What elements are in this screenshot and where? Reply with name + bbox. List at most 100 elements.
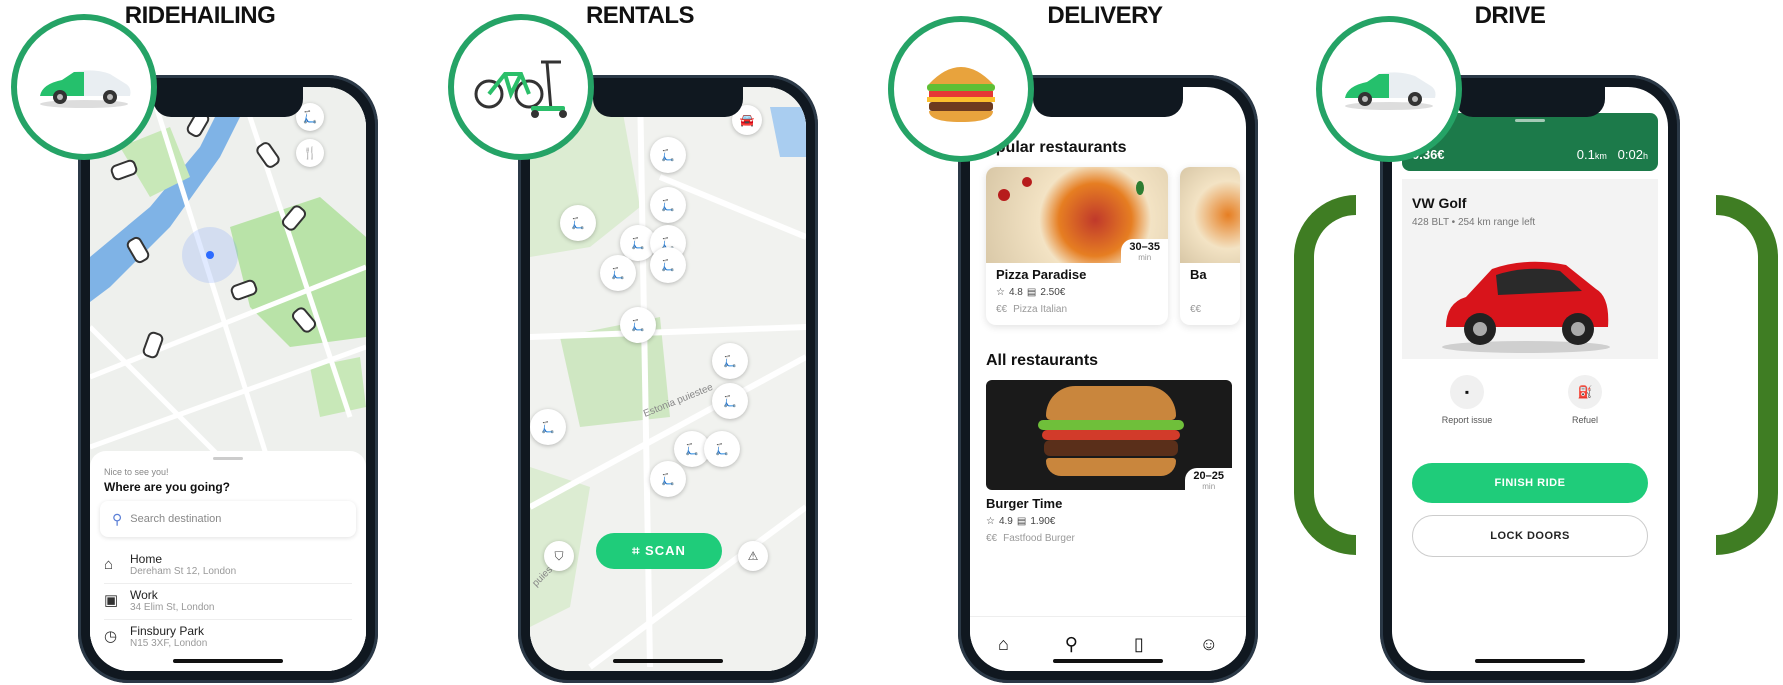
- place-item-work[interactable]: ▣ Work 34 Elim St, London: [104, 581, 352, 620]
- scooter-marker[interactable]: 🛴: [712, 383, 748, 419]
- scooter-marker[interactable]: 🛴: [650, 187, 686, 223]
- rentals-badge: [448, 14, 594, 160]
- delivery-fee-icon: ▤: [1026, 287, 1037, 298]
- car-image: [1442, 261, 1610, 353]
- report-issue-button[interactable]: ▪ Report issue: [1432, 375, 1502, 425]
- briefcase-icon: ▣: [104, 592, 119, 609]
- search-placeholder: Search destination: [130, 513, 222, 525]
- place-item-recent[interactable]: ◷ Finsbury Park N15 3XF, London: [104, 617, 352, 655]
- phone-screen: opular restaurants 30–35 min Pizza Parad…: [970, 87, 1246, 671]
- home-icon[interactable]: ⌂: [998, 634, 1009, 655]
- car-icon: [40, 70, 131, 108]
- panel-rentals: RENTALS Estonia puiestee puiestee 🛴 🛴 🛴 …: [448, 0, 820, 685]
- scan-icon: ⌗: [632, 543, 646, 558]
- map-graphic: Estonia puiestee puiestee: [530, 87, 806, 671]
- search-icon[interactable]: ⚲: [1065, 634, 1078, 655]
- rating: 4.8: [1008, 287, 1023, 298]
- fuel-icon: ⛽: [1568, 375, 1602, 409]
- phone-frame: 🛴 🍴 Nice to see you! Where are you going…: [78, 75, 378, 683]
- phone-frame: opular restaurants 30–35 min Pizza Parad…: [958, 75, 1258, 683]
- delivery-fee-icon: ▤: [1016, 516, 1027, 527]
- place-address: Dereham St 12, London: [130, 565, 237, 577]
- restaurant-name: Pizza Paradise: [996, 267, 1087, 282]
- food-category-button[interactable]: 🍴: [296, 139, 324, 167]
- scooter-marker[interactable]: 🛴: [600, 255, 636, 291]
- scan-label: SCAN: [645, 543, 686, 558]
- left-bracket: [1294, 195, 1356, 555]
- clock-icon: ◷: [104, 628, 118, 645]
- safety-shield-button[interactable]: ⛉: [544, 541, 574, 571]
- phone-notch: [1455, 87, 1605, 117]
- sheet-handle[interactable]: [1515, 119, 1545, 122]
- delivery-badge: [888, 16, 1034, 162]
- eta-unit: min: [1138, 253, 1152, 262]
- finish-ride-button[interactable]: FINISH RIDE: [1412, 463, 1648, 503]
- bike-scooter-icon: [474, 60, 567, 118]
- eta-unit: min: [1202, 482, 1216, 491]
- car-details: 428 BLT • 254 km range left: [1412, 217, 1536, 228]
- restaurant-name: Burger Time: [986, 496, 1063, 511]
- phone-notch: [153, 87, 303, 117]
- delivery-fee: 1.90€: [1030, 516, 1056, 527]
- restaurant-card[interactable]: 30–35 min Pizza Paradise ☆ 4.8 ▤ 2.50€ €€ P…: [986, 167, 1168, 325]
- home-icon: ⌂: [104, 555, 114, 573]
- delivery-fee: 2.50€: [1040, 287, 1066, 298]
- city-map[interactable]: Estonia puiestee puiestee 🛴 🛴 🛴 🛴 🛴 🛴 🛴 …: [530, 87, 806, 671]
- scooter-marker[interactable]: 🛴: [650, 137, 686, 173]
- phone-frame: Estonia puiestee puiestee 🛴 🛴 🛴 🛴 🛴 🛴 🛴 …: [518, 75, 818, 683]
- home-indicator: [1053, 659, 1163, 663]
- food-image: [1180, 167, 1240, 263]
- sheet-handle[interactable]: [213, 457, 243, 460]
- scooter-marker[interactable]: 🛴: [650, 461, 686, 497]
- all-restaurants-heading: All restaurants: [986, 352, 1099, 369]
- place-item-home[interactable]: ⌂ Home Dereham St 12, London: [104, 545, 352, 584]
- search-icon: ⚲: [112, 510, 123, 527]
- price-level: €€: [986, 533, 998, 544]
- car-name: VW Golf: [1412, 195, 1467, 211]
- eta-value: 30–35: [1129, 241, 1160, 253]
- car-icon: [1345, 72, 1436, 110]
- eta-value: 20–25: [1193, 470, 1224, 482]
- place-name: Home: [130, 551, 163, 566]
- phone-notch: [1033, 87, 1183, 117]
- ridehailing-badge: [11, 14, 157, 160]
- restaurant-card[interactable]: Ba €€: [1180, 167, 1240, 325]
- scan-button[interactable]: ⌗ SCAN: [596, 533, 722, 569]
- scooter-marker[interactable]: 🛴: [704, 431, 740, 467]
- scooter-marker[interactable]: 🛴: [560, 205, 596, 241]
- trip-time: 0:02: [1617, 147, 1643, 162]
- time-unit: h: [1642, 151, 1648, 161]
- refuel-button[interactable]: ⛽ Refuel: [1550, 375, 1620, 425]
- cuisine-tags: Fastfood Burger: [1003, 533, 1075, 544]
- scooter-marker[interactable]: 🛴: [712, 343, 748, 379]
- place-address: 34 Elim St, London: [130, 601, 215, 613]
- restaurant-tags: €€ Fastfood Burger: [986, 533, 1075, 544]
- scooter-marker[interactable]: 🛴: [530, 409, 566, 445]
- scooter-marker[interactable]: 🛴: [650, 247, 686, 283]
- panel-drive: DRIVE 0.36€ 0.1km 0:02h VW Golf 428 BLT …: [1316, 0, 1690, 685]
- restaurant-card-burger[interactable]: 20–25 min Burger Time ☆ 4.9 ▤ 1.90€ €€ Fast…: [986, 380, 1232, 550]
- phone-screen: Estonia puiestee puiestee 🛴 🛴 🛴 🛴 🛴 🛴 🛴 …: [530, 87, 806, 671]
- star-icon: ☆: [986, 516, 995, 527]
- lock-doors-button[interactable]: LOCK DOORS: [1412, 515, 1648, 557]
- report-issue-label: Report issue: [1441, 415, 1493, 425]
- phone-screen: 🛴 🍴 Nice to see you! Where are you going…: [90, 87, 366, 671]
- scooter-marker[interactable]: 🛴: [620, 307, 656, 343]
- cuisine-tags: Pizza Italian: [1013, 304, 1068, 315]
- price-level: €€: [1190, 304, 1202, 315]
- warning-button[interactable]: ⚠: [738, 541, 768, 571]
- search-destination-input[interactable]: ⚲ Search destination: [100, 501, 356, 537]
- home-indicator: [1475, 659, 1585, 663]
- profile-icon[interactable]: ☺: [1200, 634, 1218, 655]
- trip-stats: 0.1km 0:02h: [1577, 147, 1648, 162]
- receipt-icon[interactable]: ▯: [1134, 634, 1144, 655]
- price-level: €€: [996, 304, 1008, 315]
- right-bracket: [1716, 195, 1778, 555]
- place-address: N15 3XF, London: [130, 637, 208, 649]
- trip-distance: 0.1: [1576, 147, 1595, 162]
- eta-badge: 30–35 min: [1121, 239, 1168, 264]
- destination-question: Where are you going?: [104, 480, 231, 494]
- home-indicator: [613, 659, 723, 663]
- restaurant-tags: €€ Pizza Italian: [996, 304, 1067, 315]
- destination-sheet: Nice to see you! Where are you going? ⚲ …: [90, 451, 366, 671]
